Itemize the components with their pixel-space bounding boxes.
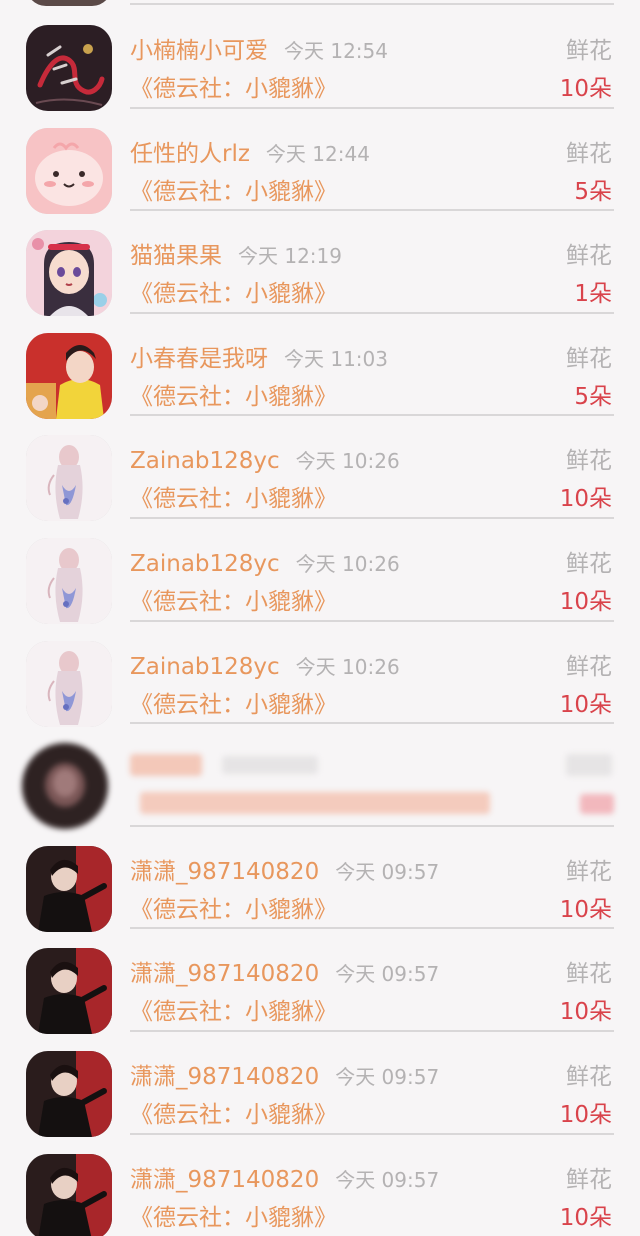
timestamp: 今天 09:57 — [335, 1065, 440, 1089]
book-title[interactable]: 《德云社：小貔貅》 — [130, 175, 337, 209]
username[interactable]: 潇潇_987140820 今天 09:57 — [130, 1060, 439, 1094]
person-yellow-avatar-icon[interactable] — [26, 332, 112, 419]
redacted-timestamp — [222, 756, 318, 775]
timestamp: 今天 10:26 — [295, 449, 400, 474]
username-text[interactable]: Zainab128yc — [130, 551, 280, 577]
username[interactable]: 猫猫果果 今天 12:19 — [130, 239, 342, 273]
stage-performer-avatar-icon[interactable] — [26, 845, 112, 932]
gift-record-row[interactable]: 潇潇_987140820 今天 09:57 鲜花 《德云社：小貔貅》 10朵 — [0, 929, 640, 1035]
gift-record-row[interactable]: 小春春是我呀 今天 11:03 鲜花 《德云社：小貔貅》 5朵 — [0, 314, 640, 419]
redacted-gift-count — [580, 794, 614, 815]
username[interactable]: Zainab128yc 今天 10:26 — [130, 547, 400, 581]
book-title[interactable]: 《德云社：小貔貅》 — [130, 585, 337, 619]
username[interactable]: 小春春是我呀 今天 11:03 — [130, 342, 388, 376]
username[interactable]: 任性的人rlz 今天 12:44 — [130, 137, 370, 171]
username-text[interactable]: 小楠楠小可爱 — [130, 38, 268, 64]
username-text[interactable]: 小春春是我呀 — [130, 346, 268, 372]
username-text[interactable]: 任性的人rlz — [130, 141, 250, 167]
timestamp: 今天 09:57 — [335, 859, 440, 884]
gift-count: 10朵 — [559, 896, 612, 923]
gift-type: 鲜花 — [566, 1064, 612, 1090]
redacted-book-title — [140, 792, 490, 815]
timestamp: 今天 12:44 — [265, 141, 370, 166]
ink-calligraphy-avatar-icon[interactable] — [26, 25, 112, 111]
gift-record-row[interactable]: 猫猫果果 今天 12:19 鲜花 《德云社：小貔貅》 1朵 — [0, 211, 640, 317]
gift-count: 10朵 — [559, 486, 612, 513]
username-text[interactable]: 潇潇_987140820 — [130, 1167, 319, 1193]
book-title[interactable]: 《德云社：小貔貅》 — [130, 380, 337, 414]
watercolor-figure-avatar-icon[interactable] — [26, 538, 112, 624]
username-text[interactable]: 潇潇_987140820 — [130, 961, 319, 987]
watercolor-figure-avatar-icon[interactable] — [26, 640, 112, 727]
gift-count: 1朵 — [574, 281, 612, 308]
gift-count: 10朵 — [559, 1204, 612, 1231]
username[interactable]: 小楠楠小可爱 今天 12:54 — [130, 34, 388, 68]
username[interactable]: Zainab128yc 今天 10:26 — [130, 650, 400, 684]
gift-record-row[interactable]: 潇潇_987140820 今天 09:57 鲜花 《德云社：小貔貅》 10朵 — [0, 827, 640, 932]
username-text[interactable]: 潇潇_987140820 — [130, 1064, 319, 1090]
timestamp: 今天 09:57 — [335, 962, 440, 987]
gift-type: 鲜花 — [566, 345, 612, 372]
gift-count: 10朵 — [559, 76, 612, 102]
gift-type: 鲜花 — [566, 243, 612, 270]
gift-record-row[interactable]: 任性的人rlz 今天 12:44 鲜花 《德云社：小貔貅》 5朵 — [0, 109, 640, 214]
timestamp: 今天 11:03 — [284, 346, 388, 371]
book-title[interactable]: 《德云社：小貔貅》 — [130, 995, 337, 1029]
gift-record-row[interactable]: 潇潇_987140820 今天 09:57 鲜花 《德云社：小貔貅》 10朵 — [0, 1032, 640, 1137]
gift-type: 鲜花 — [566, 140, 612, 167]
book-title[interactable]: 《德云社：小貔貅》 — [130, 1098, 337, 1132]
username-text[interactable]: 猫猫果果 — [130, 243, 222, 269]
gift-count: 10朵 — [559, 999, 612, 1026]
username-text[interactable]: 潇潇_987140820 — [130, 859, 319, 885]
row-divider — [130, 3, 614, 5]
gift-record-row[interactable]: Zainab128yc 今天 10:26 鲜花 《德云社：小貔貅》 10朵 — [0, 519, 640, 624]
book-title[interactable]: 《德云社：小貔貅》 — [130, 482, 337, 516]
book-title[interactable]: 《德云社：小貔貅》 — [130, 688, 337, 722]
book-title[interactable]: 《德云社：小貔貅》 — [130, 72, 337, 106]
gift-record-list[interactable]: 小楠楠小可爱 今天 12:54 鲜花 《德云社：小貔貅》 10朵 任性的人rlz 今… — [0, 0, 640, 1236]
gift-type: 鲜花 — [566, 551, 612, 577]
gift-count: 10朵 — [559, 1102, 612, 1128]
timestamp: 今天 10:26 — [295, 654, 400, 679]
anime-girl-avatar-icon[interactable] — [26, 230, 112, 317]
gift-type: 鲜花 — [566, 961, 612, 988]
timestamp: 今天 10:26 — [295, 552, 400, 576]
gift-type: 鲜花 — [566, 653, 612, 680]
book-title[interactable]: 《德云社：小貔貅》 — [130, 277, 337, 311]
gift-count: 5朵 — [574, 383, 612, 410]
stage-performer-avatar-icon[interactable] — [26, 1051, 112, 1137]
gift-record-row[interactable]: Zainab128yc 今天 10:26 鲜花 《德云社：小貔貅》 10朵 — [0, 622, 640, 727]
username[interactable]: 潇潇_987140820 今天 09:57 — [130, 1163, 439, 1197]
stage-performer-avatar-icon[interactable] — [26, 1153, 112, 1236]
gift-record-row-redacted[interactable] — [0, 724, 640, 830]
book-title[interactable]: 《德云社：小貔貅》 — [130, 893, 337, 927]
gift-record-row[interactable]: 潇潇_987140820 今天 09:57 鲜花 《德云社：小貔貅》 10朵 — [0, 1135, 640, 1236]
gift-count: 10朵 — [559, 589, 612, 615]
timestamp: 今天 12:19 — [238, 244, 342, 269]
username-text[interactable]: Zainab128yc — [130, 654, 280, 680]
username[interactable]: 潇潇_987140820 今天 09:57 — [130, 855, 439, 889]
timestamp: 今天 12:54 — [284, 39, 388, 63]
gift-type: 鲜花 — [566, 448, 612, 475]
book-title[interactable]: 《德云社：小貔貅》 — [130, 1201, 337, 1235]
username[interactable]: Zainab128yc 今天 10:26 — [130, 444, 400, 478]
blurred-avatar-icon[interactable] — [22, 743, 108, 830]
gift-record-row[interactable]: 小楠楠小可爱 今天 12:54 鲜花 《德云社：小貔貅》 10朵 — [0, 6, 640, 111]
timestamp: 今天 09:57 — [335, 1167, 440, 1192]
pink-blob-avatar-icon[interactable] — [26, 127, 112, 214]
username-text[interactable]: Zainab128yc — [130, 448, 280, 474]
stage-performer-avatar-icon[interactable] — [26, 948, 112, 1035]
watercolor-figure-avatar-icon[interactable] — [26, 435, 112, 522]
gift-type: 鲜花 — [566, 38, 612, 64]
gift-count: 10朵 — [559, 691, 612, 718]
redacted-gift-type — [566, 754, 612, 777]
gift-count: 5朵 — [574, 178, 612, 205]
gift-type: 鲜花 — [566, 858, 612, 885]
redacted-username — [130, 754, 202, 777]
username[interactable]: 潇潇_987140820 今天 09:57 — [130, 957, 439, 991]
gift-record-row[interactable]: Zainab128yc 今天 10:26 鲜花 《德云社：小貔貅》 10朵 — [0, 416, 640, 522]
gift-type: 鲜花 — [566, 1166, 612, 1193]
